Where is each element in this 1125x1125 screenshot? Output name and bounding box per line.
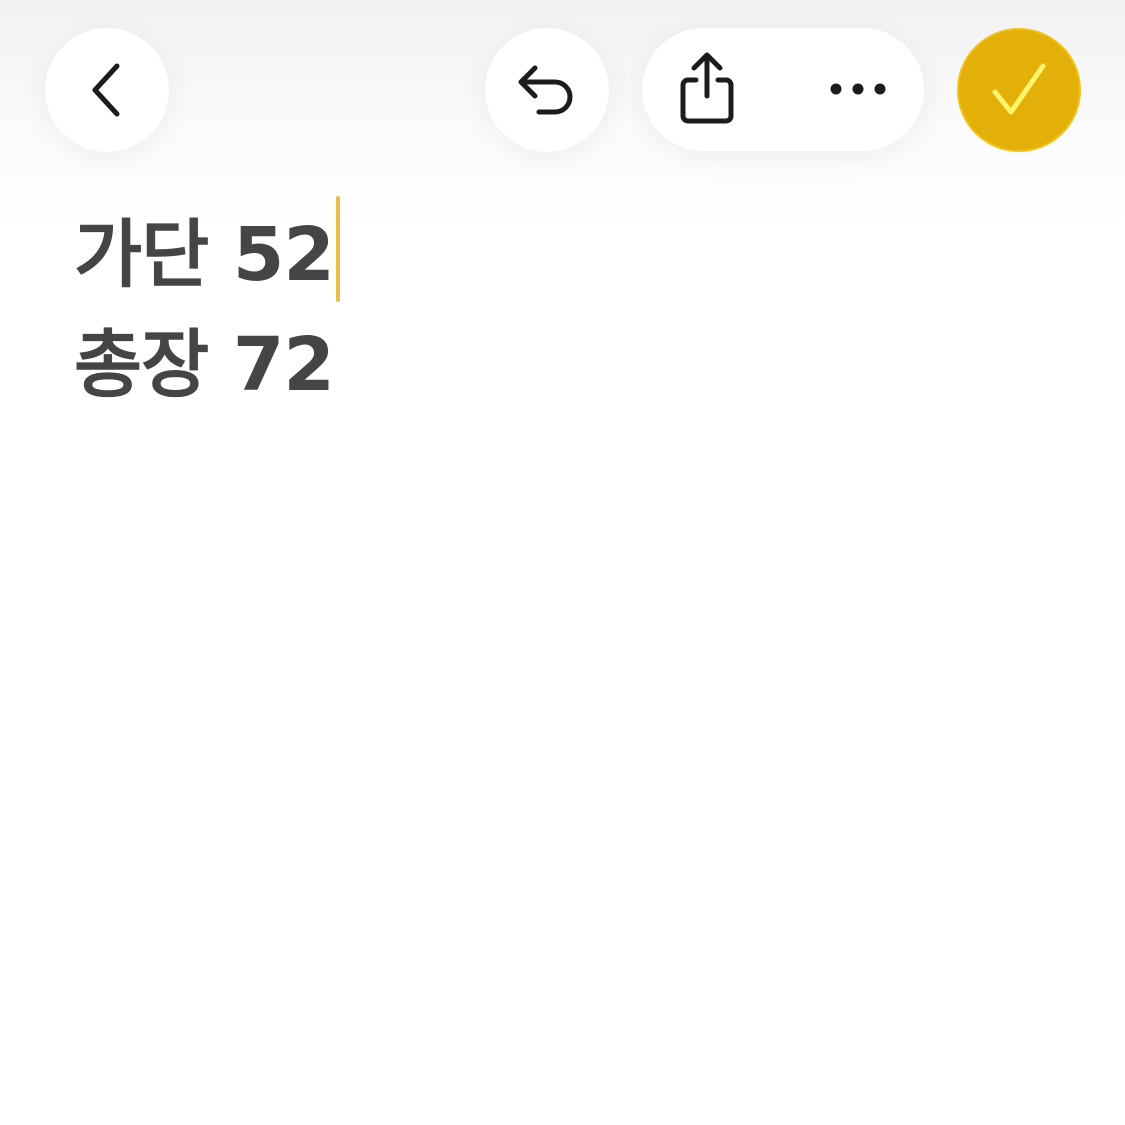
ellipsis-icon bbox=[830, 83, 886, 95]
note-line: 총장 72 bbox=[74, 310, 340, 420]
note-body[interactable]: 가단 52 총장 72 bbox=[74, 196, 340, 420]
share-icon bbox=[680, 52, 734, 124]
share-button[interactable] bbox=[676, 50, 738, 128]
done-button[interactable] bbox=[957, 28, 1081, 152]
actions-pill bbox=[642, 28, 924, 151]
note-line-text: 총장 72 bbox=[74, 322, 335, 408]
note-line-text: 가단 52 bbox=[74, 212, 335, 298]
chevron-left-icon bbox=[92, 63, 120, 117]
undo-button[interactable] bbox=[485, 28, 609, 152]
notes-editor: 가단 52 총장 72 bbox=[0, 0, 1125, 1125]
more-button[interactable] bbox=[822, 66, 894, 112]
back-button[interactable] bbox=[45, 28, 169, 152]
note-line: 가단 52 bbox=[74, 196, 340, 310]
text-cursor bbox=[335, 196, 340, 302]
checkmark-icon bbox=[992, 63, 1046, 115]
undo-arrow-icon bbox=[518, 65, 573, 115]
